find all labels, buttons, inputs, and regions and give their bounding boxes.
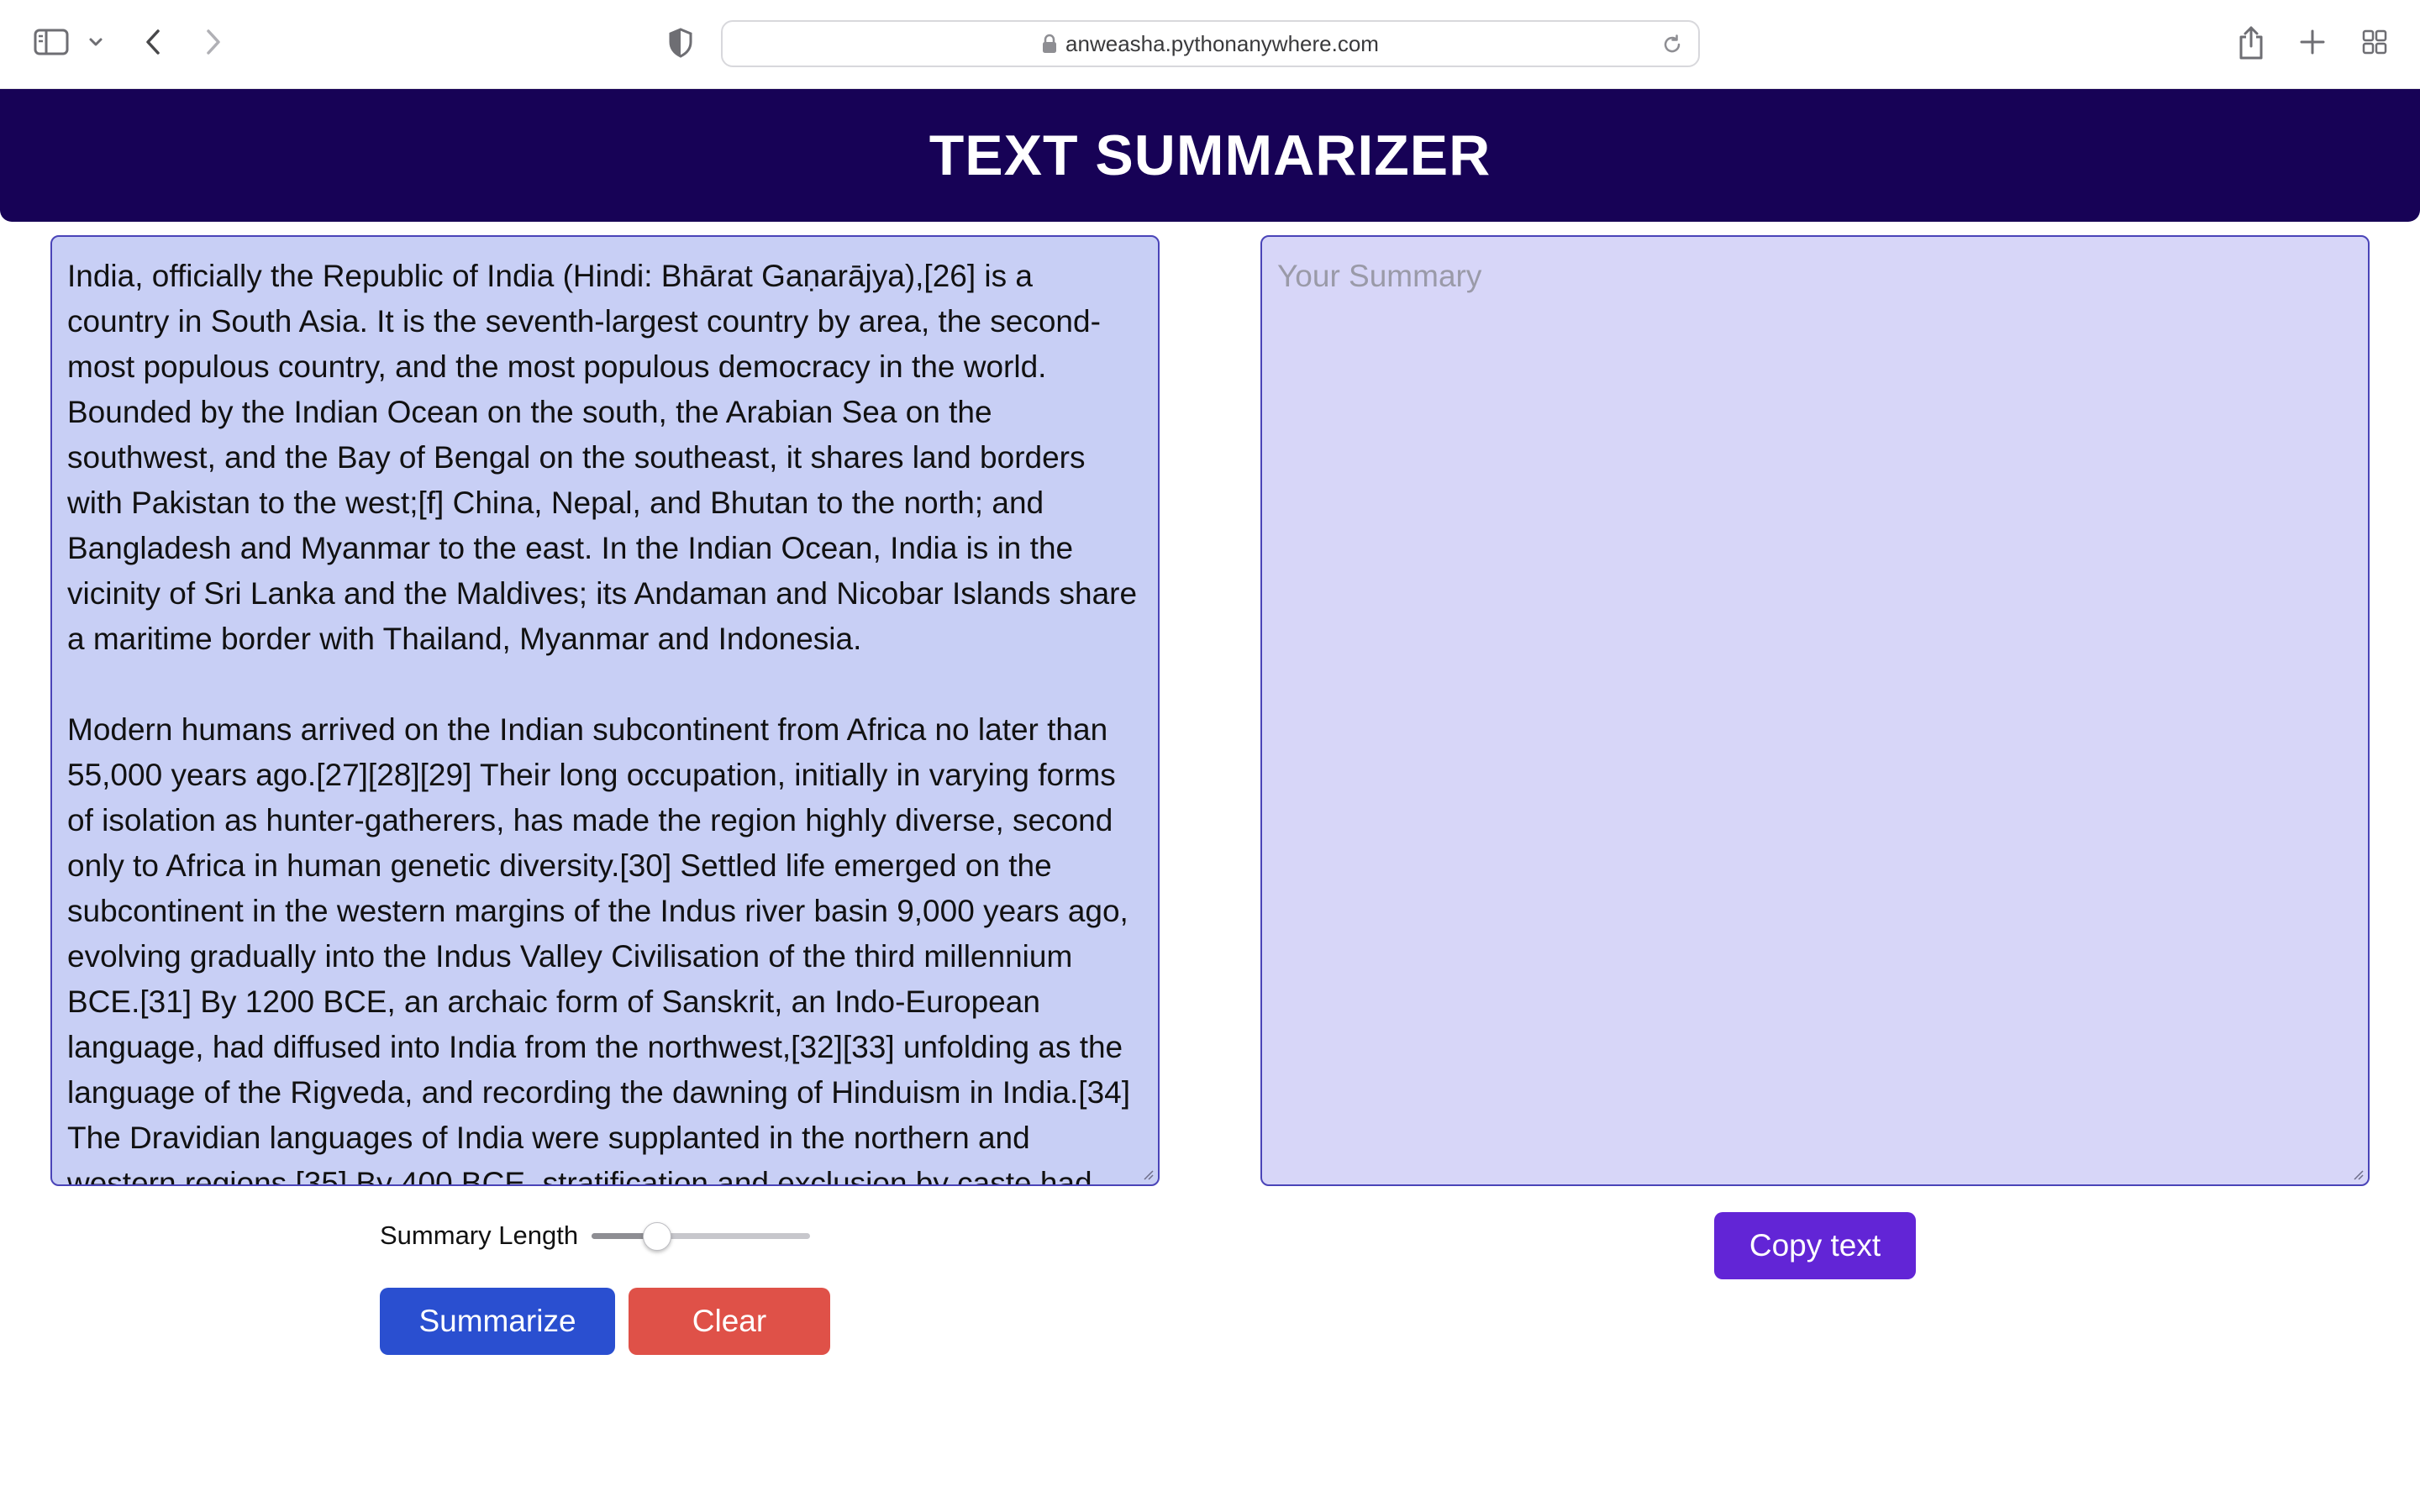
resize-grip-icon[interactable] (1139, 1166, 1155, 1181)
copy-text-button[interactable]: Copy text (1714, 1212, 1916, 1279)
summary-placeholder: Your Summary (1277, 259, 1482, 293)
url-text: anweasha.pythonanywhere.com (1065, 30, 1379, 56)
summary-length-control: Summary Length (380, 1215, 811, 1257)
reload-icon[interactable] (1661, 34, 1683, 55)
sidebar-icon[interactable] (32, 25, 71, 59)
tab-overview-icon[interactable] (2360, 27, 2390, 57)
input-textarea[interactable]: India, officially the Republic of India … (50, 235, 1160, 1186)
chevron-down-icon[interactable] (84, 32, 108, 52)
browser-toolbar: anweasha.pythonanywhere.com (0, 0, 2420, 89)
input-text: India, officially the Republic of India … (67, 259, 1138, 1186)
lock-icon (1042, 34, 1057, 54)
summarize-button[interactable]: Summarize (380, 1288, 615, 1355)
shield-icon[interactable] (664, 25, 697, 60)
summary-length-label: Summary Length (380, 1221, 579, 1250)
clear-button[interactable]: Clear (629, 1288, 830, 1355)
chevron-left-icon[interactable] (138, 25, 168, 59)
resize-grip-icon[interactable] (2349, 1166, 2365, 1181)
slider-thumb[interactable] (643, 1222, 672, 1251)
app-header: TEXT SUMMARIZER (0, 89, 2420, 222)
page-title: TEXT SUMMARIZER (929, 123, 1491, 187)
summary-length-slider[interactable] (592, 1219, 811, 1252)
address-bar[interactable]: anweasha.pythonanywhere.com (721, 20, 1700, 67)
plus-icon[interactable] (2297, 25, 2328, 59)
share-icon[interactable] (2235, 24, 2267, 62)
summary-textarea[interactable]: Your Summary (1260, 235, 2370, 1186)
chevron-right-icon[interactable] (198, 25, 229, 59)
